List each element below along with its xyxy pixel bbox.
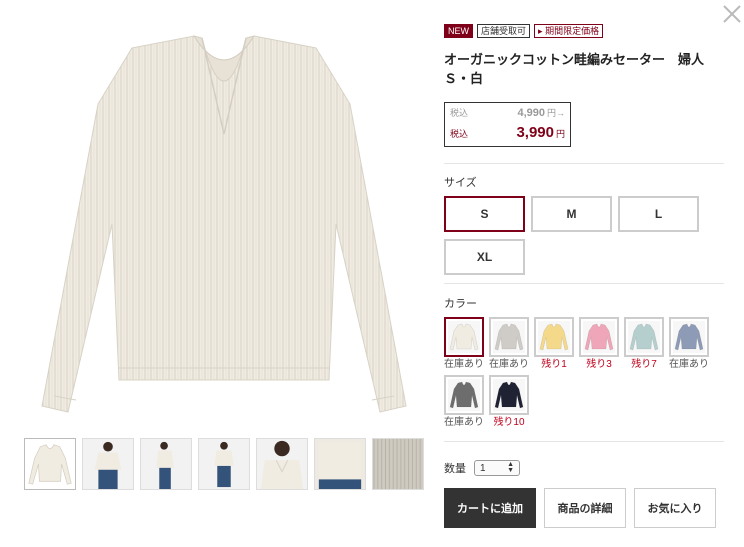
color-swatch[interactable]: [489, 375, 529, 415]
sale-price-row: 税込 3,990 円: [450, 124, 565, 142]
limited-price-badge: ▸ 期間限定価格: [534, 24, 604, 38]
size-option-xl[interactable]: XL: [444, 239, 525, 275]
limited-price-text: 期間限定価格: [545, 26, 600, 36]
divider: [444, 283, 724, 284]
color-option: 残り7: [624, 317, 664, 372]
thumbnail-model-side[interactable]: [140, 438, 192, 490]
price-box: 税込 4,990 円→ 税込 3,990 円: [444, 102, 571, 147]
product-title-line1: オーガニックコットン畦編みセーター 婦人: [444, 52, 705, 67]
color-option: 残り10: [489, 375, 529, 430]
original-price: 4,990: [517, 107, 545, 119]
divider: [444, 163, 724, 164]
size-label: サイズ: [444, 177, 477, 189]
store-pickup-badge: 店舗受取可: [477, 24, 531, 38]
sale-price-unit: 円: [555, 129, 565, 139]
thumbnail-model-front-full[interactable]: [198, 438, 250, 490]
product-title-line2: Ｓ・白: [444, 71, 484, 86]
quantity-row: 数量 1 ▲ ▼: [444, 460, 724, 476]
color-option: 在庫あり: [669, 317, 709, 372]
main-product-image: [24, 24, 424, 424]
thumbnail-model-front-jeans[interactable]: [82, 438, 134, 490]
color-options: 在庫あり 在庫あり 残り1 残り3 残り7 在庫あり 在庫あり 残り10: [444, 317, 719, 433]
stock-status: 在庫あり: [444, 417, 484, 428]
thumbnail-model-detail[interactable]: [314, 438, 366, 490]
quantity-label: 数量: [444, 463, 466, 475]
sale-tax-label: 税込: [450, 129, 469, 139]
original-price-unit: 円→: [546, 108, 565, 118]
color-swatch[interactable]: [444, 375, 484, 415]
thumbnail-knit-texture[interactable]: [372, 438, 424, 490]
color-option: 在庫あり: [489, 317, 529, 372]
stock-status: 在庫あり: [489, 359, 529, 370]
stock-status: 在庫あり: [444, 359, 484, 370]
size-options: S M L XL: [444, 196, 704, 275]
stock-status: 残り3: [586, 359, 612, 370]
color-label: カラー: [444, 298, 477, 310]
thumbnail-model-closeup[interactable]: [256, 438, 308, 490]
sale-price: 3,990: [516, 124, 554, 141]
color-swatch[interactable]: [579, 317, 619, 357]
limited-price-marker: ▸: [538, 26, 543, 36]
stepper-arrows-icon: ▲ ▼: [507, 461, 514, 474]
quantity-select[interactable]: 1 ▲ ▼: [474, 460, 520, 476]
original-tax-label: 税込: [450, 108, 469, 118]
color-swatch[interactable]: [669, 317, 709, 357]
stock-status: 残り1: [541, 359, 567, 370]
close-icon[interactable]: [722, 4, 742, 24]
action-buttons: カートに追加 商品の詳細 お気に入り: [444, 488, 724, 528]
size-option-m[interactable]: M: [531, 196, 612, 232]
size-option-s[interactable]: S: [444, 196, 525, 232]
color-swatch[interactable]: [489, 317, 529, 357]
stock-status: 残り7: [631, 359, 657, 370]
color-swatch[interactable]: [534, 317, 574, 357]
thumbnail-strip: [24, 438, 424, 490]
thumbnail-sweater-flat[interactable]: [24, 438, 76, 490]
add-to-cart-button[interactable]: カートに追加: [444, 488, 536, 528]
color-swatch[interactable]: [624, 317, 664, 357]
product-title: オーガニックコットン畦編みセーター 婦人 Ｓ・白: [444, 50, 724, 88]
new-badge: NEW: [444, 24, 473, 38]
product-details-button[interactable]: 商品の詳細: [544, 488, 626, 528]
stock-status: 在庫あり: [669, 359, 709, 370]
color-option: 残り1: [534, 317, 574, 372]
product-info-panel: NEW 店舗受取可 ▸ 期間限定価格 オーガニックコットン畦編みセーター 婦人 …: [444, 24, 724, 528]
sweater-image: [41, 35, 407, 413]
badge-group: NEW 店舗受取可 ▸ 期間限定価格: [444, 24, 724, 38]
original-price-row: 税込 4,990 円→: [450, 106, 565, 124]
favorite-button[interactable]: お気に入り: [634, 488, 716, 528]
color-option: 在庫あり: [444, 317, 484, 372]
stock-status: 残り10: [493, 417, 525, 428]
size-option-l[interactable]: L: [618, 196, 699, 232]
divider: [444, 441, 724, 442]
color-option: 在庫あり: [444, 375, 484, 430]
color-swatch[interactable]: [444, 317, 484, 357]
quantity-value: 1: [480, 462, 486, 474]
color-option: 残り3: [579, 317, 619, 372]
